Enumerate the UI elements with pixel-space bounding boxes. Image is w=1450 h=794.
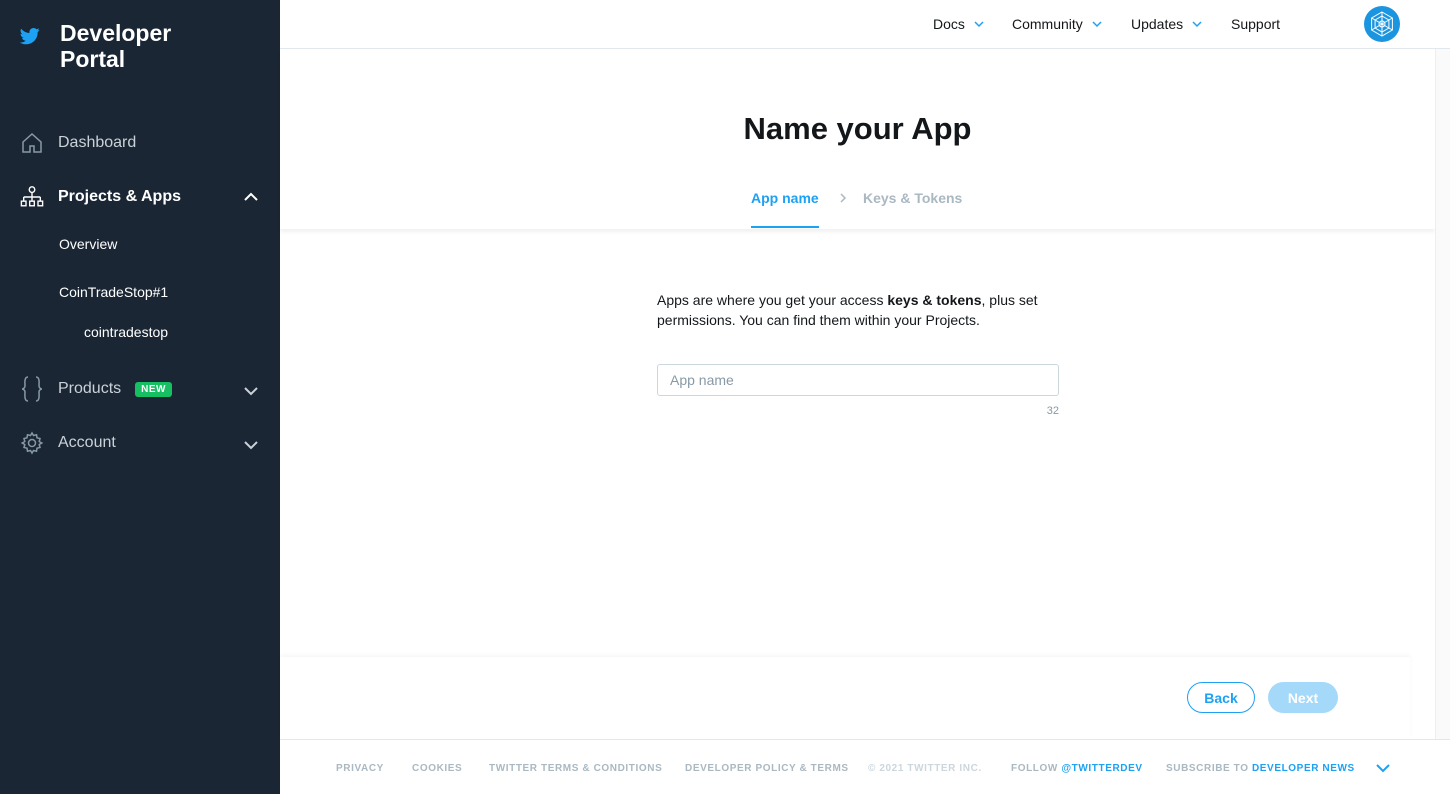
topnav-label: Docs [933, 16, 965, 32]
chevron-down-icon[interactable] [242, 382, 260, 400]
follow-handle: @TWITTERDEV [1061, 763, 1143, 774]
topnav-updates[interactable]: Updates [1131, 0, 1203, 48]
app-description: Apps are where you get your access keys … [657, 290, 1067, 330]
twitter-bird-icon [20, 28, 40, 45]
subscribe-link: DEVELOPER NEWS [1251, 763, 1355, 774]
app-name-input[interactable] [657, 364, 1059, 396]
follow-prefix: FOLLOW [1011, 763, 1062, 774]
chevron-right-icon [840, 193, 847, 203]
gear-icon [20, 431, 44, 455]
footer-link-policy[interactable]: DEVELOPER POLICY & TERMS [685, 763, 849, 774]
sidebar-item-account[interactable]: Account [20, 428, 260, 458]
step-app-name[interactable]: App name [751, 190, 819, 206]
sidebar: Developer Portal Dashboard Projects & Ap… [0, 0, 280, 794]
sidebar-item-project[interactable]: CoinTradeStop#1 [59, 284, 168, 300]
chevron-down-icon [1191, 18, 1203, 30]
brand-title: Developer Portal [60, 20, 172, 72]
top-navbar: Docs Community Updates Support [280, 0, 1450, 49]
projects-tree-icon [20, 185, 44, 209]
sidebar-item-label: Products [58, 380, 122, 397]
desc-text: Apps are where you get your access [657, 292, 888, 308]
scrollbar[interactable] [1435, 49, 1450, 739]
footer-link-privacy[interactable]: PRIVACY [336, 763, 384, 774]
chevron-down-icon[interactable] [242, 436, 260, 454]
topnav-support[interactable]: Support [1231, 0, 1280, 48]
next-button[interactable]: Next [1268, 682, 1338, 713]
footer-copyright: © 2021 TWITTER INC. [868, 763, 982, 774]
footer-link-follow[interactable]: FOLLOW @TWITTERDEV [1011, 763, 1143, 774]
sidebar-item-app[interactable]: cointradestop [84, 324, 168, 340]
sidebar-item-label: Account [58, 434, 116, 451]
braces-icon [20, 376, 44, 402]
sidebar-item-overview[interactable]: Overview [59, 236, 117, 252]
char-counter: 32 [1046, 405, 1059, 417]
desc-bold: keys & tokens [887, 292, 982, 308]
topnav-community[interactable]: Community [1012, 0, 1103, 48]
sidebar-item-label: Projects & Apps [58, 188, 181, 205]
sidebar-item-projects-apps[interactable]: Projects & Apps [20, 182, 260, 212]
topnav-docs[interactable]: Docs [933, 0, 985, 48]
avatar-pattern-icon [1371, 11, 1393, 37]
footer-link-cookies[interactable]: COOKIES [412, 763, 462, 774]
sidebar-item-label: Dashboard [58, 134, 137, 151]
home-icon [20, 131, 44, 155]
page-header: Name your App App name Keys & Tokens [280, 49, 1435, 229]
chevron-up-icon[interactable] [242, 188, 260, 206]
footer-link-terms[interactable]: TWITTER TERMS & CONDITIONS [489, 763, 662, 774]
active-step-indicator [751, 226, 819, 228]
avatar[interactable] [1364, 6, 1400, 42]
sidebar-item-dashboard[interactable]: Dashboard [20, 128, 260, 158]
sidebar-item-products[interactable]: Products NEW [20, 374, 260, 404]
step-keys-tokens[interactable]: Keys & Tokens [863, 190, 962, 206]
topnav-label: Support [1231, 16, 1281, 32]
topnav-label: Updates [1131, 16, 1184, 32]
subscribe-prefix: SUBSCRIBE TO [1166, 763, 1252, 774]
back-button[interactable]: Back [1187, 682, 1255, 713]
topnav-label: Community [1012, 16, 1083, 32]
chevron-down-icon [1091, 18, 1103, 30]
chevron-down-icon [973, 18, 985, 30]
footer-link-subscribe[interactable]: SUBSCRIBE TO DEVELOPER NEWS [1166, 763, 1355, 774]
brand[interactable]: Developer Portal [20, 20, 200, 72]
footer: PRIVACY COOKIES TWITTER TERMS & CONDITIO… [280, 739, 1450, 794]
new-badge: NEW [135, 381, 172, 397]
page-title: Name your App [743, 111, 972, 146]
chevron-down-icon[interactable] [1374, 759, 1392, 777]
